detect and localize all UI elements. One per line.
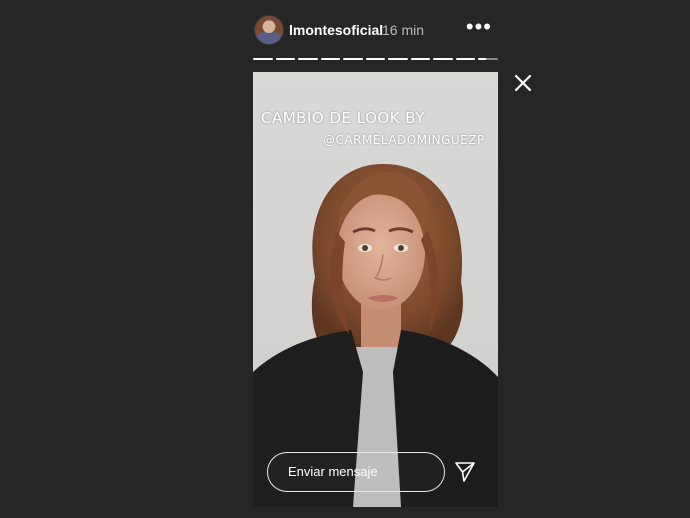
progress-segment xyxy=(253,58,273,60)
progress-segment xyxy=(343,58,363,60)
story-header: lmontesoficial 16 min ••• xyxy=(252,13,498,47)
progress-segment xyxy=(433,58,453,60)
progress-segment xyxy=(410,58,431,60)
progress-segment xyxy=(320,58,341,60)
time-ago: 16 min xyxy=(382,22,425,38)
send-icon[interactable] xyxy=(453,460,477,484)
reply-input[interactable]: Enviar mensaje xyxy=(267,452,445,492)
more-options-icon[interactable]: ••• xyxy=(466,16,492,38)
story-progress-bar xyxy=(253,58,499,60)
progress-segment xyxy=(365,58,386,60)
username[interactable]: lmontesoficial xyxy=(289,22,383,38)
close-icon[interactable] xyxy=(512,72,534,94)
progress-segment xyxy=(298,58,318,60)
avatar[interactable] xyxy=(254,15,284,45)
progress-segment-current xyxy=(478,58,499,60)
story-caption-title: CAMBIO DE LOOK BY xyxy=(261,109,425,127)
progress-segment xyxy=(275,58,296,60)
story-caption-mention[interactable]: @CARMELADOMINGUEZP xyxy=(323,133,485,147)
progress-segment xyxy=(388,58,408,60)
progress-segment xyxy=(455,58,476,60)
story-media[interactable]: CAMBIO DE LOOK BY @CARMELADOMINGUEZP Env… xyxy=(253,72,498,507)
